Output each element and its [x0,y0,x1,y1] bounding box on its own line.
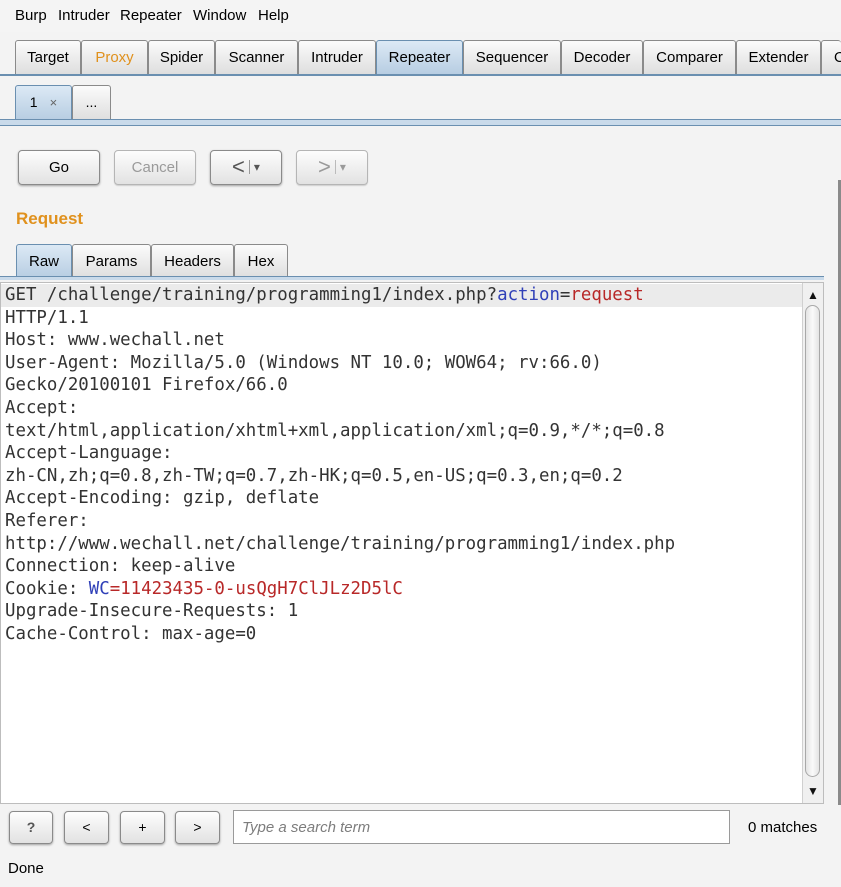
tab-intruder[interactable]: Intruder [298,40,376,74]
repeater-tab-divider [0,119,841,126]
header-line: Host: www.wechall.net [5,330,225,351]
cookie-value: 11423435-0-usQgH7ClJLz2D5lC [120,578,403,599]
menu-repeater[interactable]: Repeater [120,7,182,24]
search-bar: ? < + > 0 matches [0,805,841,853]
dropdown-arrow-icon[interactable]: ▾ [248,160,260,174]
chevron-left-icon: < [232,154,245,179]
request-view-tabs: Raw Params Headers Hex [0,243,824,280]
cookie-line: Cookie: WC=11423435-0-usQgH7ClJLz2D5lC [5,578,805,601]
main-tab-bar: Target Proxy Spider Scanner Intruder Rep… [0,38,841,78]
tab-hex[interactable]: Hex [234,244,288,278]
tab-headers[interactable]: Headers [151,244,234,278]
dropdown-arrow-icon[interactable]: ▾ [334,160,346,174]
repeater-tab-1-label: 1 [29,94,38,110]
header-line: Connection: keep-alive [5,556,236,577]
request-path: GET /challenge/training/programming1/ind… [5,285,498,305]
cookie-name: WC [88,578,110,599]
match-count: 0 matches [748,819,818,836]
repeater-tab-1[interactable]: 1 × [15,85,72,120]
header-line: User-Agent: Mozilla/5.0 (Windows NT 10.0… [5,352,602,373]
tab-repeater[interactable]: Repeater [376,40,463,74]
header-line: Gecko/20100101 Firefox/66.0 [5,375,288,396]
header-line: Upgrade-Insecure-Requests: 1 [5,601,299,622]
menu-intruder[interactable]: Intruder [58,7,110,24]
tab-options[interactable]: O [821,40,841,74]
header-line: Accept-Encoding: gzip, deflate [5,488,320,509]
param-equals: = [559,285,571,305]
request-title: Request [16,209,84,228]
forward-button[interactable]: > ▾ [296,150,368,185]
request-editor[interactable]: GET /challenge/training/programming1/ind… [0,282,824,804]
header-line: Cache-Control: max-age=0 [5,623,257,644]
vertical-scrollbar[interactable]: ▲ ▼ [802,283,823,803]
tab-extender[interactable]: Extender [736,40,821,74]
menu-bar: Burp Intruder Repeater Window Help [0,0,841,32]
tab-proxy[interactable]: Proxy [81,40,148,74]
close-icon[interactable]: × [50,95,58,110]
scroll-down-icon[interactable]: ▼ [803,781,823,801]
next-match-button[interactable]: > [175,811,220,844]
tab-spider[interactable]: Spider [148,40,215,74]
back-button[interactable]: < ▾ [210,150,282,185]
request-line: GET /challenge/training/programming1/ind… [1,284,805,307]
repeater-tab-bar: 1 × ... [0,84,841,126]
scroll-up-icon[interactable]: ▲ [803,285,823,305]
tab-params[interactable]: Params [72,244,151,278]
tab-scanner[interactable]: Scanner [215,40,298,74]
header-line: http://www.wechall.net/challenge/trainin… [5,533,676,554]
menu-burp[interactable]: Burp [15,7,47,24]
cookie-label: Cookie: [5,578,89,599]
cancel-button[interactable]: Cancel [114,150,196,185]
tab-target[interactable]: Target [15,40,81,74]
cookie-equals: = [109,578,121,599]
previous-match-button[interactable]: < [64,811,109,844]
header-line: Accept-Language: [5,443,173,464]
tab-decoder[interactable]: Decoder [561,40,643,74]
tab-raw[interactable]: Raw [16,244,72,278]
header-line: HTTP/1.1 [5,307,89,328]
add-search-button[interactable]: + [120,811,165,844]
tab-bar-divider [0,74,841,76]
status-text: Done [8,860,44,877]
param-name: action [497,285,560,305]
tab-sequencer[interactable]: Sequencer [463,40,561,74]
scrollbar-thumb[interactable] [805,305,820,777]
chevron-right-icon: > [318,154,331,179]
header-line: Referer: [5,510,89,531]
new-tab-button[interactable]: ... [72,85,111,120]
param-value: request [570,285,644,305]
header-line: Accept: [5,397,79,418]
go-button[interactable]: Go [18,150,100,185]
help-button[interactable]: ? [9,811,53,844]
menu-help[interactable]: Help [258,7,289,24]
menu-window[interactable]: Window [193,7,246,24]
header-line: zh-CN,zh;q=0.8,zh-TW;q=0.7,zh-HK;q=0.5,e… [5,465,623,486]
header-line: text/html,application/xhtml+xml,applicat… [5,420,665,441]
tab-comparer[interactable]: Comparer [643,40,736,74]
search-input[interactable] [233,810,730,844]
request-tabs-divider [0,276,824,280]
